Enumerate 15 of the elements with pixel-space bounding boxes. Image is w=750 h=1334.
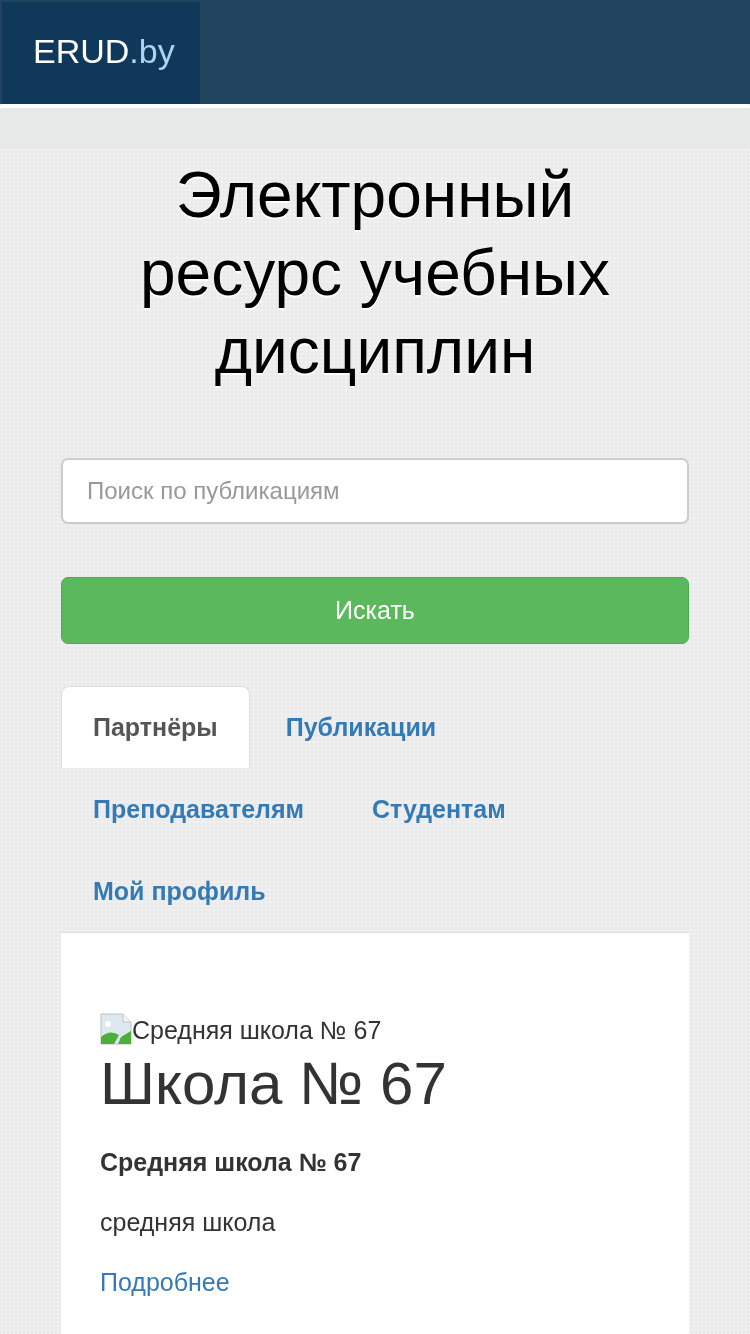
image-alt-text: Средняя школа № 67 [132, 1015, 382, 1045]
partner-title: Школа № 67 [100, 1049, 448, 1119]
broken-image-icon [100, 1013, 132, 1045]
nav-tab[interactable]: Партнёры [61, 686, 250, 768]
nav-tab[interactable]: Студентам [340, 768, 538, 850]
details-link[interactable]: Подробнее [100, 1265, 230, 1299]
search-button[interactable]: Искать [61, 577, 689, 644]
site-logo[interactable]: ERUD.by [2, 2, 200, 104]
partner-type: средняя школа [100, 1207, 277, 1238]
page-title: Электронный ресурс учебных дисциплин [138, 158, 612, 389]
nav-tab[interactable]: Мой профиль [61, 850, 298, 932]
nav-tab[interactable]: Публикации [253, 686, 469, 768]
partner-name: Средняя школа № 67 [100, 1147, 363, 1178]
nav-tab[interactable]: Преподавателям [61, 768, 336, 850]
search-field[interactable]: Поиск по публикациям [61, 458, 689, 524]
